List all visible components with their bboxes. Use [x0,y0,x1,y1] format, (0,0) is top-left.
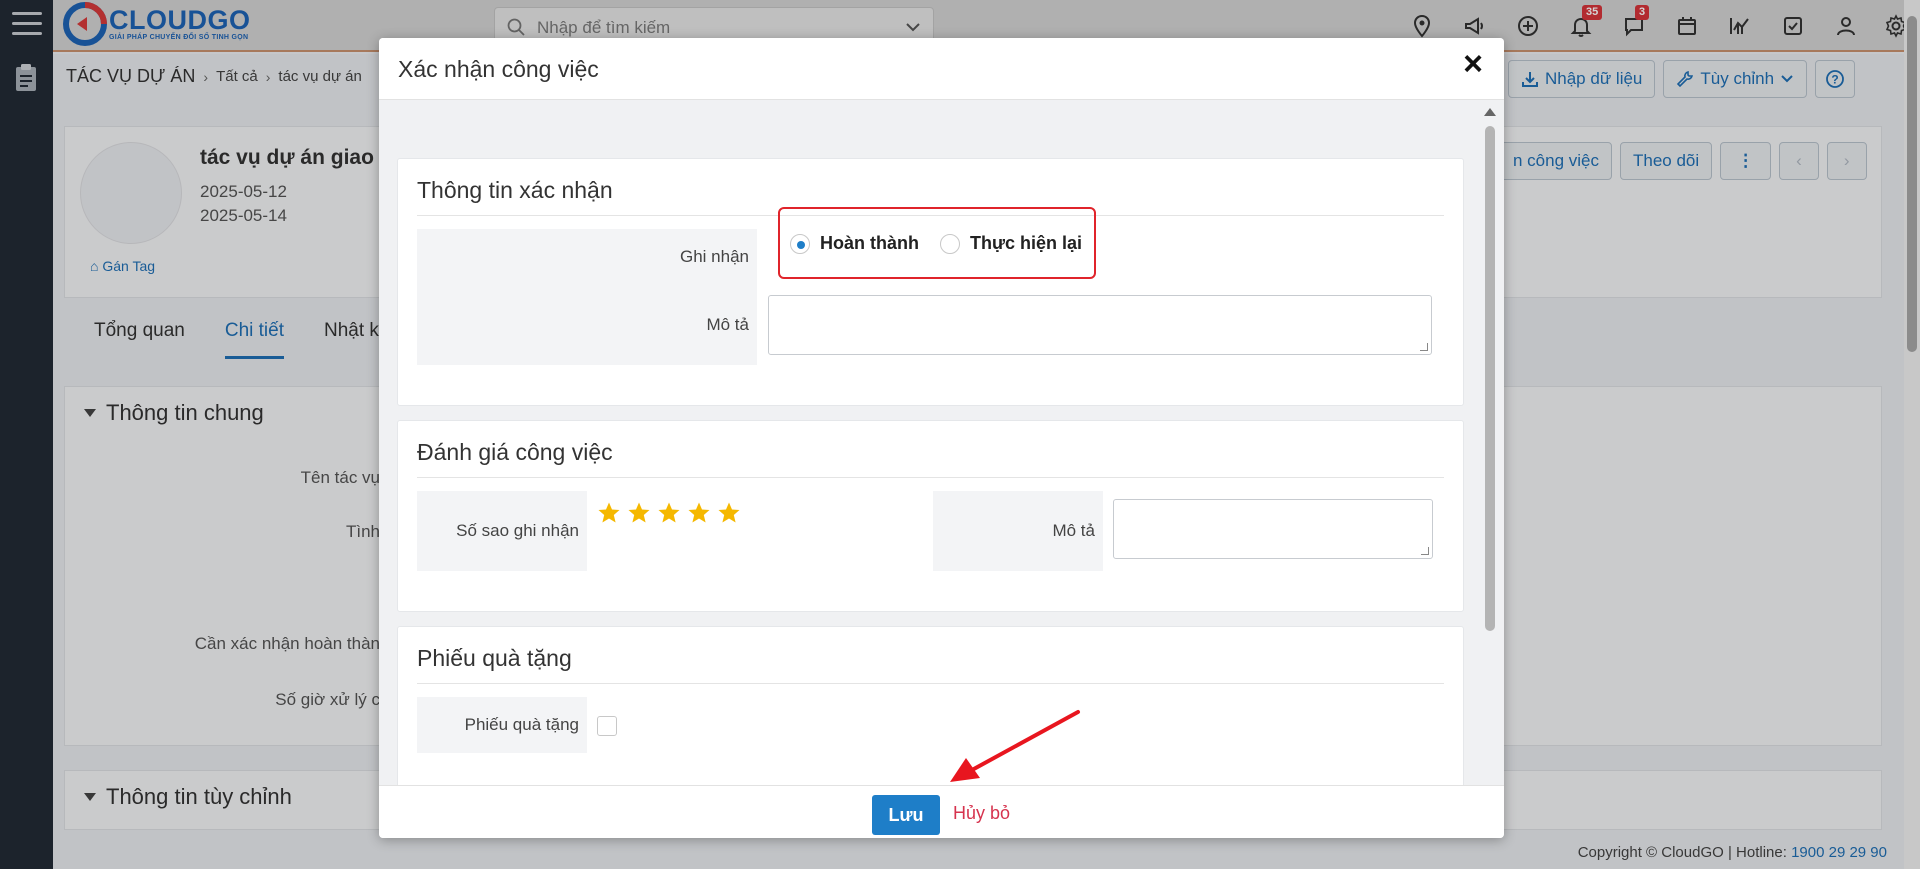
dialog-header: Xác nhận công việc × [379,38,1504,100]
annotation-arrow-icon [950,710,1080,782]
radio-redo[interactable]: Thực hiện lại [940,233,1082,254]
scroll-up-icon[interactable] [1484,108,1496,116]
description-label: Mô tả [706,315,749,334]
close-button[interactable]: × [1458,47,1488,81]
star-icon[interactable] [597,501,621,525]
eval-description-label: Mô tả [1052,521,1095,540]
dialog-title: Xác nhận công việc [398,56,599,82]
star-rating[interactable] [597,501,741,525]
radio-complete-label: Hoàn thành [820,233,919,253]
radio-redo-control[interactable] [940,233,960,254]
radio-redo-label: Thực hiện lại [970,233,1083,253]
star-icon[interactable] [687,501,711,525]
dialog-scrollbar[interactable] [1484,108,1496,813]
eval-description-textarea[interactable] [1113,499,1433,559]
dialog-scrollbar-thumb[interactable] [1485,126,1495,631]
gift-voucher-card: Phiếu quà tặng Phiếu quà tặng [397,626,1464,794]
divider [417,477,1444,478]
evaluation-title: Đánh giá công việc [417,439,613,465]
divider [417,683,1444,684]
resize-grip-icon[interactable] [1420,343,1428,351]
radio-complete-control[interactable] [790,233,810,254]
cancel-button[interactable]: Hủy bỏ [953,803,1010,824]
dialog-footer: Lưu Hủy bỏ [379,785,1504,838]
resize-grip-icon[interactable] [1421,547,1429,555]
gift-voucher-label: Phiếu quà tặng [464,715,579,734]
save-button[interactable]: Lưu [872,795,940,835]
evaluation-card: Đánh giá công việc Số sao ghi nhận Mô tả [397,420,1464,612]
confirm-info-title: Thông tin xác nhận [417,177,613,203]
star-icon[interactable] [717,501,741,525]
radio-complete[interactable]: Hoàn thành [790,233,919,254]
confirm-description-textarea[interactable] [768,295,1432,355]
stars-label: Số sao ghi nhận [456,521,579,540]
star-icon[interactable] [627,501,651,525]
record-label: Ghi nhận [680,247,749,266]
star-icon[interactable] [657,501,681,525]
confirm-radio-group-highlight: Hoàn thành Thực hiện lại [778,207,1096,279]
gift-voucher-checkbox[interactable] [597,716,617,736]
gift-voucher-title: Phiếu quà tặng [417,645,572,671]
confirm-info-card: Thông tin xác nhận Ghi nhận Hoàn thành T… [397,158,1464,406]
